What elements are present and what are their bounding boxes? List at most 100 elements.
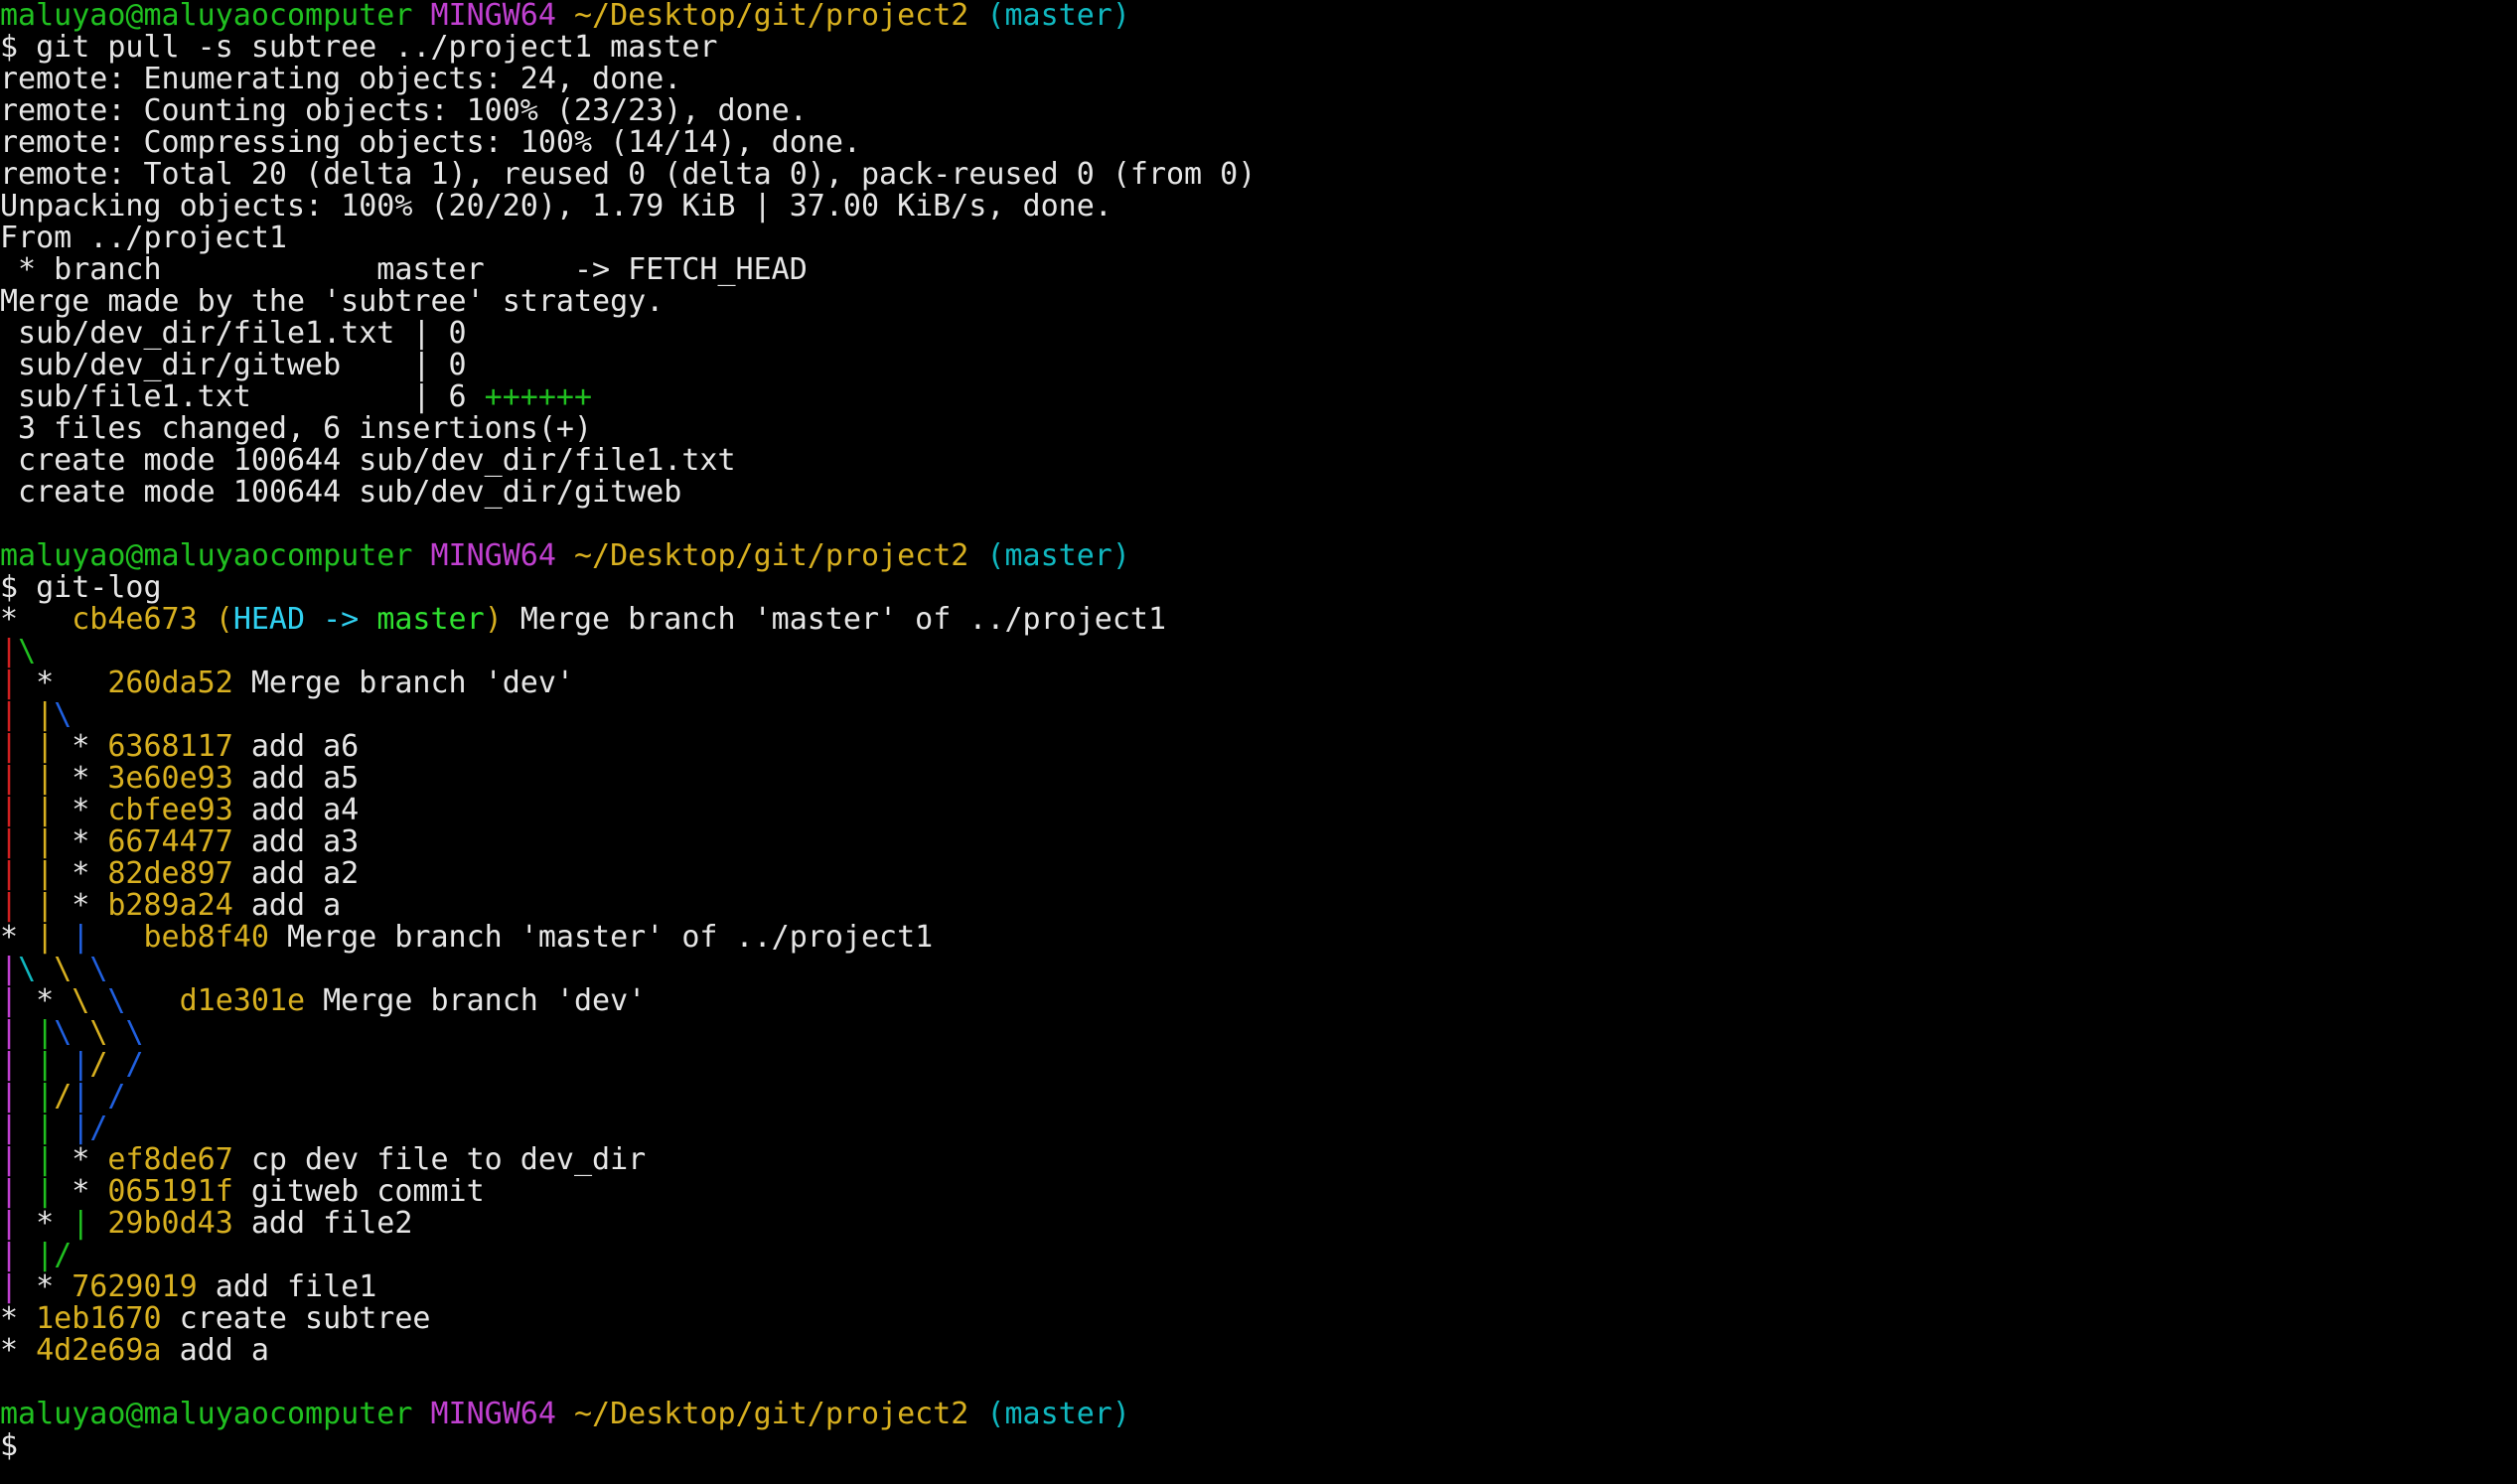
terminal-text: remote: Total 20 (delta 1), reused 0 (de… [0, 157, 1257, 192]
terminal-text: 7629019 [72, 1269, 198, 1304]
terminal-line: | * \ \ d1e301e Merge branch 'dev' [0, 985, 646, 1017]
terminal-text: add a5 [232, 761, 360, 796]
terminal-text: * [54, 729, 108, 764]
terminal-line: | |\ [0, 699, 72, 731]
terminal-line: | | * cbfee93 add a4 [0, 795, 359, 826]
terminal-text: $ git-log [0, 570, 162, 605]
terminal-text: ~/Desktop/git/project2 [573, 538, 969, 573]
terminal-text: ++++++ [484, 379, 593, 414]
terminal-text: remote: Enumerating objects: 24, done. [0, 62, 682, 96]
terminal-text: d1e301e [179, 983, 306, 1018]
terminal-text: Merge branch 'master' of ../project1 [502, 602, 1167, 637]
terminal-text: | [0, 824, 19, 859]
terminal-line: sub/dev_dir/file1.txt | 0 [0, 318, 467, 350]
terminal-window[interactable]: maluyao@maluyaocomputer MINGW64 ~/Deskto… [0, 0, 2517, 1484]
terminal-line: | | |/ [0, 1113, 107, 1144]
terminal-text: | [0, 761, 19, 796]
terminal-text: | [36, 761, 55, 796]
terminal-text: | [0, 1269, 19, 1304]
terminal-line: |\ [0, 636, 36, 668]
terminal-line: $ [0, 1430, 54, 1462]
terminal-text: create mode 100644 sub/dev_dir/gitweb [0, 475, 682, 510]
terminal-line: * 4d2e69a add a [0, 1335, 269, 1367]
terminal-line: * 1eb1670 create subtree [0, 1303, 431, 1335]
terminal-text: | [0, 888, 19, 923]
terminal-text: | [36, 729, 55, 764]
terminal-text: * [18, 1269, 73, 1304]
terminal-text: gitweb commit [232, 1174, 485, 1209]
terminal-text: ) [484, 602, 503, 637]
terminal-text: \ [107, 983, 126, 1018]
terminal-line: | | * ef8de67 cp dev file to dev_dir [0, 1144, 646, 1176]
terminal-text: MINGW64 [430, 1397, 556, 1431]
terminal-line: | * 7629019 add file1 [0, 1271, 376, 1303]
terminal-text: * [54, 1174, 108, 1209]
terminal-text: ~/Desktop/git/project2 [573, 0, 969, 33]
terminal-text: add a3 [232, 824, 360, 859]
terminal-line: | * | 29b0d43 add file2 [0, 1208, 412, 1240]
terminal-text: | [72, 1079, 90, 1113]
terminal-text: \ [125, 1015, 144, 1050]
terminal-line: | |/| / [0, 1081, 125, 1113]
terminal-text: add file1 [197, 1269, 377, 1304]
terminal-text: | [36, 1015, 55, 1050]
terminal-text: | [0, 856, 19, 891]
terminal-text: | [0, 729, 19, 764]
terminal-text: b289a24 [107, 888, 233, 923]
terminal-text: maluyao@maluyaocomputer [0, 538, 413, 573]
terminal-text: From ../project1 [0, 221, 287, 255]
terminal-text: 1eb1670 [36, 1301, 162, 1336]
terminal-line: From ../project1 [0, 223, 287, 254]
terminal-line: 3 files changed, 6 insertions(+) [0, 413, 592, 445]
terminal-line: Unpacking objects: 100% (20/20), 1.79 Ki… [0, 191, 1112, 223]
terminal-text: 6368117 [107, 729, 233, 764]
terminal-line: create mode 100644 sub/dev_dir/gitweb [0, 477, 681, 509]
terminal-line: * | | beb8f40 Merge branch 'master' of .… [0, 922, 933, 954]
terminal-line: sub/file1.txt | 6 ++++++ [0, 381, 592, 413]
terminal-text: (master) [986, 538, 1130, 573]
terminal-line: $ git-log [0, 572, 162, 604]
terminal-line: remote: Counting objects: 100% (23/23), … [0, 95, 808, 127]
terminal-text: (master) [986, 0, 1130, 33]
terminal-text: * [54, 793, 108, 827]
terminal-text: add a [232, 888, 342, 923]
terminal-text: * [0, 602, 73, 637]
terminal-text: | [72, 1206, 90, 1241]
terminal-text: maluyao@maluyaocomputer [0, 1397, 413, 1431]
terminal-text: | [0, 952, 19, 986]
terminal-text: | [36, 1174, 55, 1209]
terminal-text: * [18, 666, 108, 700]
terminal-text: * [18, 983, 73, 1018]
terminal-text: * [0, 920, 37, 955]
terminal-text: add a4 [232, 793, 360, 827]
terminal-text: | [72, 1047, 90, 1082]
terminal-text: sub/dev_dir/gitweb | 0 [0, 348, 467, 382]
terminal-line: sub/dev_dir/gitweb | 0 [0, 350, 467, 381]
terminal-text: * [54, 856, 108, 891]
terminal-line: | |\ \ \ [0, 1017, 144, 1049]
terminal-text: MINGW64 [430, 0, 556, 33]
terminal-text: beb8f40 [143, 920, 269, 955]
terminal-text: 4d2e69a [36, 1333, 162, 1368]
terminal-line: | | * b289a24 add a [0, 890, 341, 922]
